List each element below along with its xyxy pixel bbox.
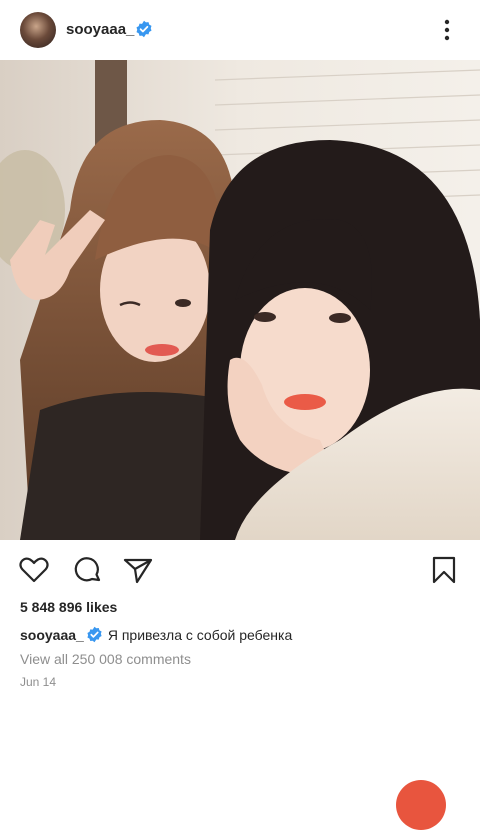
comment-icon[interactable] <box>72 554 104 586</box>
avatar[interactable] <box>20 12 56 48</box>
post-caption: sooyaaa_ Я привезла с собой ребенка <box>20 626 292 643</box>
post-header: sooyaaa_ <box>0 0 480 60</box>
caption-username[interactable]: sooyaaa_ <box>20 627 84 643</box>
post-actions <box>0 548 480 592</box>
view-comments-link[interactable]: View all 250 008 comments <box>20 651 191 667</box>
post-photo[interactable] <box>0 60 480 540</box>
heart-icon[interactable] <box>18 554 50 586</box>
more-vertical-icon[interactable] <box>436 18 458 42</box>
paper-plane-icon[interactable] <box>122 554 154 586</box>
post-username[interactable]: sooyaaa_ <box>66 21 134 38</box>
post-date: Jun 14 <box>20 675 57 689</box>
post-photo-illustration <box>0 60 480 540</box>
caption-text: Я привезла с собой ребенка <box>107 627 293 643</box>
verified-badge-icon <box>87 626 102 643</box>
bookmark-icon[interactable] <box>428 554 460 586</box>
likes-count[interactable]: 5 848 896 likes <box>20 599 117 615</box>
verified-badge-icon <box>136 20 152 38</box>
